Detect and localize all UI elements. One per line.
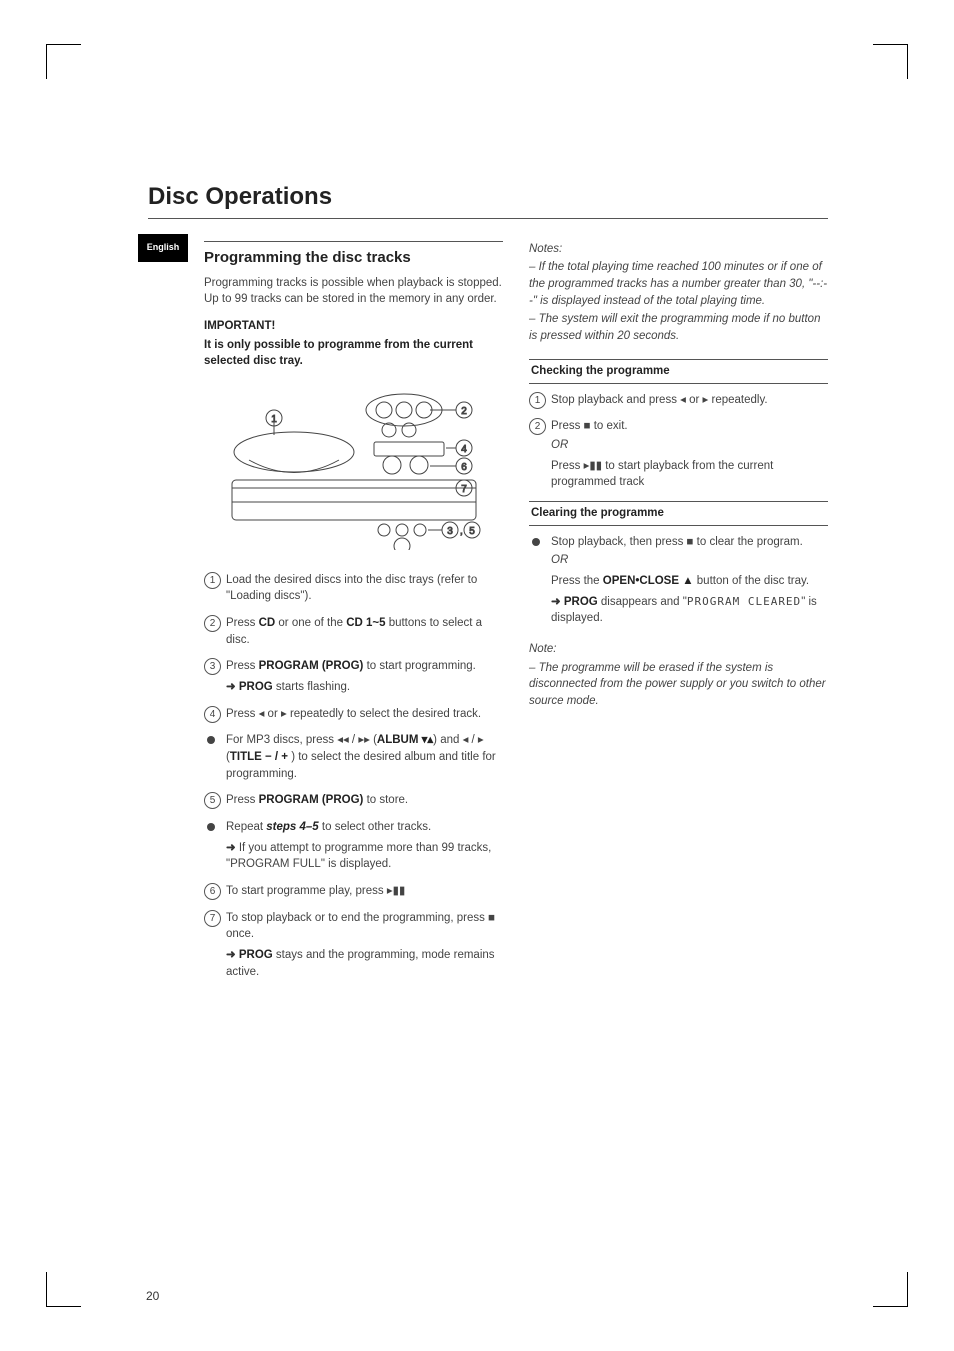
t: CD: [259, 617, 276, 629]
t: Press: [226, 617, 259, 629]
important-text: It is only possible to programme from th…: [204, 337, 503, 370]
svg-text:7: 7: [461, 484, 467, 495]
t: PROGRAM (PROG): [259, 660, 364, 672]
step-1-text: Load the desired discs into the disc tra…: [226, 574, 477, 603]
note-2: – The system will exit the programming m…: [529, 311, 828, 344]
step-1: 1 Load the desired discs into the disc t…: [204, 572, 503, 605]
check-step-2: 2 Press ■ to exit. OR Press ▸▮▮ to start…: [529, 418, 828, 491]
t: Stop playback, then press ■ to clear the…: [551, 536, 803, 548]
t: starts flashing.: [273, 681, 350, 693]
step-6: 6 To start programme play, press ▸▮▮: [204, 883, 503, 900]
result-arrow-icon: ➜: [226, 949, 239, 961]
intro-text: Programming tracks is possible when play…: [204, 275, 503, 308]
device-figure: 1 2 4 6 7 3 , 5: [224, 380, 484, 556]
language-tab: English: [138, 234, 188, 262]
checking-heading: Checking the programme: [529, 359, 828, 384]
result-arrow-icon: ➜: [226, 842, 239, 854]
t: PROGRAM (PROG): [259, 794, 364, 806]
svg-text:6: 6: [461, 462, 467, 473]
note-label: Note:: [529, 641, 828, 658]
svg-text:2: 2: [461, 406, 467, 417]
left-column: Programming the disc tracks Programming …: [204, 237, 503, 991]
or-label: OR: [551, 437, 828, 454]
result-arrow-icon: ➜: [226, 681, 239, 693]
t: Repeat: [226, 821, 266, 833]
step-7: 7 To stop playback or to end the program…: [204, 910, 503, 981]
clear-bullet: Stop playback, then press ■ to clear the…: [529, 534, 828, 627]
t: Press the: [551, 575, 603, 587]
t: PROG: [239, 949, 273, 961]
svg-text:1: 1: [271, 414, 277, 425]
t: Stop playback and press ◂ or ▸ repeatedl…: [551, 394, 768, 406]
t: to select other tracks.: [319, 821, 432, 833]
t: If you attempt to programme more than 99…: [226, 842, 491, 871]
notes-label: Notes:: [529, 241, 828, 258]
t: CD 1~5: [346, 617, 385, 629]
t: PROG: [564, 596, 598, 608]
t: OPEN•CLOSE ▲: [603, 575, 694, 587]
svg-text:5: 5: [469, 526, 475, 537]
page-title: Disc Operations: [148, 180, 828, 219]
t: steps 4–5: [266, 821, 318, 833]
t: PROGRAM CLEARED: [687, 595, 801, 608]
t: TITLE − / +: [230, 751, 288, 763]
bullet-mp3: For MP3 discs, press ◂◂ / ▸▸ (ALBUM ▾▴) …: [204, 732, 503, 782]
page-number: 20: [146, 1288, 159, 1305]
t: Press: [226, 794, 259, 806]
step-5: 5 Press PROGRAM (PROG) to store.: [204, 792, 503, 809]
t: ALBUM ▾▴: [377, 734, 433, 746]
page-content: Disc Operations English Programming the …: [70, 70, 884, 1281]
step-4: 4 Press ◂ or ▸ repeatedly to select the …: [204, 706, 503, 723]
or-label: OR: [551, 552, 828, 569]
step-4-text: Press ◂ or ▸ repeatedly to select the de…: [226, 708, 481, 720]
t: or one of the: [275, 617, 346, 629]
svg-text:3: 3: [447, 526, 453, 537]
t: Press: [226, 660, 259, 672]
important-label: IMPORTANT!: [204, 318, 503, 335]
bullet-repeat: Repeat steps 4–5 to select other tracks.…: [204, 819, 503, 873]
clearing-heading: Clearing the programme: [529, 501, 828, 526]
t: disappears and ": [598, 596, 687, 608]
t: Press ■ to exit.: [551, 420, 628, 432]
svg-text:4: 4: [461, 444, 467, 455]
step-6-text: To start programme play, press ▸▮▮: [226, 885, 405, 897]
t: Press ▸▮▮ to start playback from the cur…: [551, 458, 828, 491]
svg-text:,: ,: [460, 526, 463, 537]
result-arrow-icon: ➜: [551, 596, 564, 608]
t: button of the disc tray.: [694, 575, 810, 587]
subheading-programming: Programming the disc tracks: [204, 241, 503, 269]
step-7-text: To stop playback or to end the programmi…: [226, 912, 495, 941]
step-2: 2 Press CD or one of the CD 1~5 buttons …: [204, 615, 503, 648]
clear-note: – The programme will be erased if the sy…: [529, 660, 828, 710]
check-step-1: 1 Stop playback and press ◂ or ▸ repeate…: [529, 392, 828, 409]
t: to start programming.: [363, 660, 475, 672]
right-column: Notes: – If the total playing time reach…: [529, 237, 828, 991]
step-3: 3 Press PROGRAM (PROG) to start programm…: [204, 658, 503, 695]
t: to store.: [363, 794, 408, 806]
note-1: – If the total playing time reached 100 …: [529, 259, 828, 309]
t: For MP3 discs, press ◂◂ / ▸▸ (: [226, 734, 377, 746]
t: PROG: [239, 681, 273, 693]
